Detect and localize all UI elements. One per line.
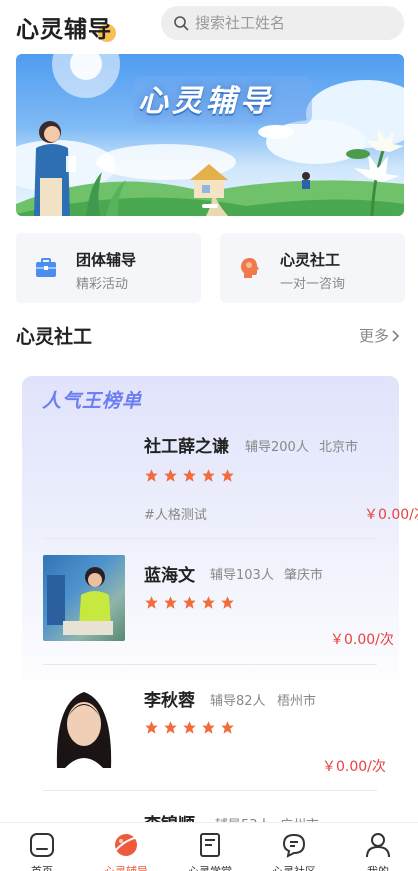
chat-icon	[282, 833, 306, 858]
section-title: 心灵社工	[16, 326, 93, 348]
tab-label: 我的	[336, 863, 418, 871]
chevron-right-icon	[392, 329, 400, 342]
worker-name: 李锦顺	[144, 810, 195, 822]
feature-subtitle: 一对一咨询	[280, 277, 346, 292]
worker-photo-image	[43, 555, 125, 641]
ranking-title: 人气王榜单	[42, 390, 143, 412]
star-icon	[183, 596, 196, 609]
star-icon	[164, 596, 177, 609]
worker-name: 社工薛之谦	[144, 437, 229, 457]
worker-photo-image	[56, 692, 112, 768]
star-icon	[164, 469, 177, 482]
group-counseling-card[interactable]: 团体辅导 精彩活动	[16, 233, 201, 303]
worker-price: ￥0.00/次	[330, 632, 394, 648]
divider	[43, 790, 377, 791]
book-icon	[200, 833, 220, 857]
star-icon	[221, 469, 234, 482]
divider	[43, 538, 377, 539]
tab-soul-community[interactable]: 心灵社区	[252, 823, 336, 871]
worker-city: 梧州市	[277, 694, 317, 709]
star-icon	[202, 596, 215, 609]
star-icon	[221, 596, 234, 609]
feature-title: 团体辅导	[76, 251, 137, 269]
home-icon	[30, 833, 54, 857]
worker-photo	[43, 806, 125, 822]
tab-soul-counseling[interactable]: 心灵辅导	[84, 823, 168, 871]
worker-city: 广州市	[280, 814, 319, 822]
worker-count: 辅导103人	[210, 568, 274, 583]
rating-stars	[144, 468, 235, 483]
star-icon	[221, 721, 234, 734]
head-icon	[241, 258, 259, 278]
more-label: 更多	[359, 327, 390, 345]
app-title: 心灵辅导	[16, 17, 112, 43]
feature-title: 心灵社工	[280, 251, 341, 269]
worker-price: ￥0.00/次	[322, 759, 386, 775]
star-icon	[164, 721, 177, 734]
star-icon	[202, 721, 215, 734]
worker-count: 辅导200人	[245, 440, 309, 455]
worker-tag: #人格测试	[144, 508, 207, 523]
worker-photo	[43, 555, 125, 641]
person-icon	[366, 833, 390, 858]
tab-label: 心灵辅导	[84, 863, 168, 871]
worker-city: 北京市	[319, 440, 359, 455]
worker-name: 蓝海文	[144, 566, 195, 586]
search-icon	[174, 16, 189, 31]
rating-stars	[144, 595, 235, 610]
tab-soul-school[interactable]: 心灵学堂	[168, 823, 252, 871]
banner-title: 心灵辅导	[138, 84, 274, 119]
worker-item[interactable]: 李锦顺 辅导53人 广州市	[0, 806, 418, 822]
divider	[43, 664, 377, 665]
tab-label: 心灵学堂	[168, 863, 252, 871]
feature-subtitle: 精彩活动	[76, 277, 129, 292]
star-icon	[183, 469, 196, 482]
tab-label: 心灵社区	[252, 863, 336, 871]
star-icon	[202, 469, 215, 482]
planet-icon	[114, 834, 140, 856]
briefcase-icon	[36, 258, 56, 277]
worker-name: 李秋蓉	[144, 691, 195, 711]
header: 心灵辅导	[0, 0, 418, 48]
soul-social-worker-card[interactable]: 心灵社工 一对一咨询	[220, 233, 405, 303]
worker-photo	[43, 682, 125, 768]
bottom-tab-bar: 首页 心灵辅导 心灵学堂 心灵社区 我的	[0, 822, 418, 871]
search-input[interactable]	[195, 14, 395, 32]
worker-photo-image	[43, 806, 125, 822]
star-icon	[145, 596, 158, 609]
worker-count: 辅导53人	[215, 814, 271, 822]
search-bar[interactable]	[161, 6, 404, 40]
tab-label: 首页	[0, 863, 84, 871]
star-icon	[145, 469, 158, 482]
worker-count: 辅导82人	[210, 694, 266, 709]
worker-city: 肇庆市	[284, 568, 324, 583]
tab-home[interactable]: 首页	[0, 823, 84, 871]
more-link[interactable]: 更多	[359, 325, 400, 346]
rating-stars	[144, 720, 235, 735]
banner[interactable]: 心灵辅导	[16, 54, 404, 216]
tab-mine[interactable]: 我的	[336, 823, 418, 871]
star-icon	[145, 721, 158, 734]
star-icon	[183, 721, 196, 734]
worker-price: ￥0.00/次	[364, 507, 418, 523]
